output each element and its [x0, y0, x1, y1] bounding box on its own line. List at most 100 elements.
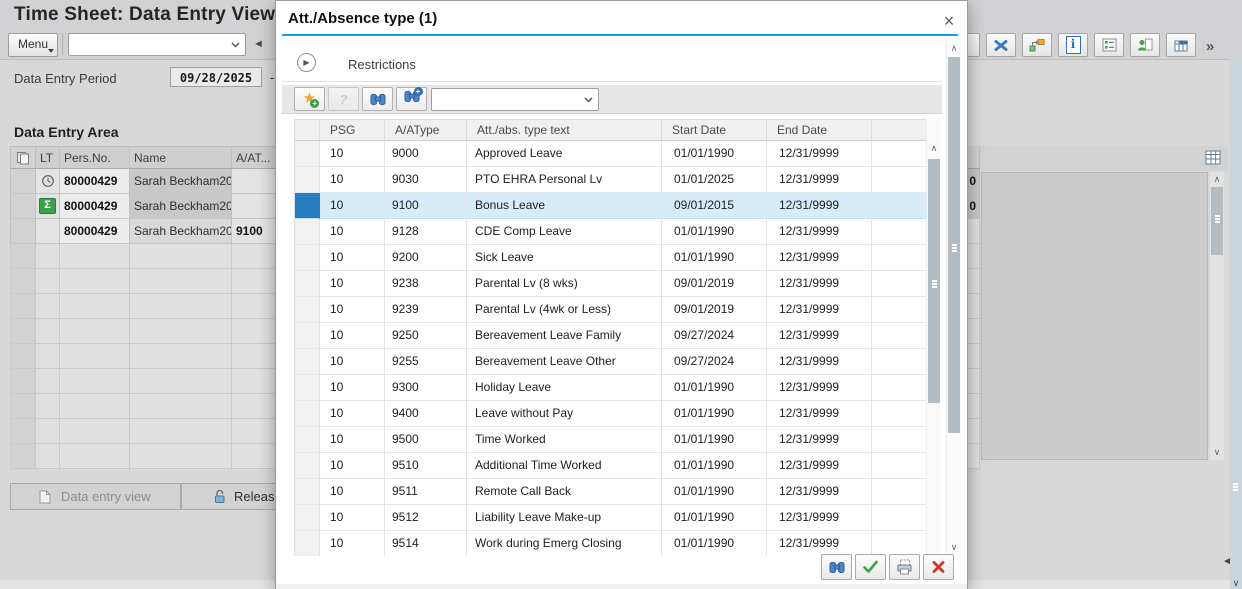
- period-start-input[interactable]: 09/28/2025: [170, 67, 262, 87]
- cell[interactable]: 12/31/9999: [767, 531, 872, 556]
- info-button[interactable]: i: [1058, 33, 1088, 57]
- row-selector-cell[interactable]: [295, 375, 320, 401]
- cell[interactable]: Additional Time Worked: [467, 453, 662, 479]
- scroll-up-icon[interactable]: ∧: [947, 43, 961, 54]
- cell[interactable]: 12/31/9999: [767, 427, 872, 453]
- cell[interactable]: 12/31/9999: [767, 323, 872, 349]
- cell[interactable]: 01/01/1990: [662, 427, 767, 453]
- transfer-button[interactable]: [1022, 33, 1052, 57]
- persno-cell[interactable]: 80000429: [60, 219, 130, 244]
- row-selector-cell[interactable]: [295, 427, 320, 453]
- row-selector-cell[interactable]: [295, 323, 320, 349]
- cell[interactable]: 01/01/1990: [662, 531, 767, 556]
- cell[interactable]: 9400: [385, 401, 467, 427]
- cell[interactable]: 12/31/9999: [767, 271, 872, 297]
- cell[interactable]: 01/01/1990: [662, 401, 767, 427]
- row-selector-cell[interactable]: [295, 401, 320, 427]
- close-icon[interactable]: ×: [938, 10, 960, 32]
- row-selector-cell[interactable]: [295, 271, 320, 297]
- row-selector-cell[interactable]: [295, 245, 320, 271]
- empty-row[interactable]: [10, 244, 306, 269]
- row-selector-cell[interactable]: [295, 219, 320, 245]
- row-selector-cell[interactable]: [295, 505, 320, 531]
- column-header-name[interactable]: Name: [130, 146, 232, 169]
- cell[interactable]: 01/01/1990: [662, 245, 767, 271]
- cell[interactable]: 10: [320, 375, 385, 401]
- table-export-button[interactable]: [1166, 33, 1196, 57]
- right-panel-textarea[interactable]: [981, 172, 1208, 460]
- transaction-combobox[interactable]: [68, 33, 246, 56]
- row-selector-cell[interactable]: [295, 141, 320, 167]
- value-help-row[interactable]: 109239Parental Lv (4wk or Less)09/01/201…: [295, 297, 926, 323]
- cell[interactable]: CDE Comp Leave: [467, 219, 662, 245]
- person-document-button[interactable]: [1130, 33, 1160, 57]
- add-to-personal-list-button[interactable]: ★+: [294, 87, 325, 111]
- value-help-row[interactable]: 109512Liability Leave Make-up01/01/19901…: [295, 505, 926, 531]
- table-row[interactable]: 80000429 Sarah Beckham20 9100: [10, 219, 306, 244]
- cell[interactable]: 09/27/2024: [662, 349, 767, 375]
- cell[interactable]: 10: [320, 349, 385, 375]
- window-scrollbar[interactable]: ∨: [1230, 59, 1242, 589]
- cell[interactable]: 9030: [385, 167, 467, 193]
- cell[interactable]: Remote Call Back: [467, 479, 662, 505]
- scroll-down-icon[interactable]: ∨: [1230, 578, 1242, 589]
- cell[interactable]: 10: [320, 193, 385, 219]
- cell[interactable]: 10: [320, 271, 385, 297]
- cell[interactable]: 10: [320, 401, 385, 427]
- row-selector-cell[interactable]: [295, 531, 320, 556]
- cell[interactable]: Bereavement Leave Family: [467, 323, 662, 349]
- cell[interactable]: 9239: [385, 297, 467, 323]
- scroll-down-icon[interactable]: ∨: [947, 542, 961, 553]
- row-selector-cell[interactable]: [295, 193, 320, 219]
- cell[interactable]: PTO EHRA Personal Lv: [467, 167, 662, 193]
- table-row[interactable]: 80000429 Sarah Beckham20: [10, 169, 306, 194]
- row-selector-cell[interactable]: [295, 297, 320, 323]
- back-arrow-button[interactable]: ◄: [253, 38, 264, 50]
- find-button[interactable]: [821, 554, 852, 580]
- scrollbar-thumb[interactable]: [1211, 187, 1223, 255]
- table-settings-button[interactable]: [1205, 150, 1221, 170]
- cell[interactable]: 12/31/9999: [767, 167, 872, 193]
- cell[interactable]: 12/31/9999: [767, 505, 872, 531]
- cell[interactable]: Bereavement Leave Other: [467, 349, 662, 375]
- cell[interactable]: Sick Leave: [467, 245, 662, 271]
- cell[interactable]: 9511: [385, 479, 467, 505]
- row-selector-cell[interactable]: [295, 167, 320, 193]
- cell[interactable]: 10: [320, 245, 385, 271]
- row-selector-cell[interactable]: [10, 219, 36, 244]
- column-header-psg[interactable]: PSG: [320, 119, 385, 141]
- cell[interactable]: 12/31/9999: [767, 245, 872, 271]
- value-help-row[interactable]: 109128CDE Comp Leave01/01/199012/31/9999: [295, 219, 926, 245]
- dialog-scrollbar[interactable]: ∧ ∨: [946, 41, 960, 555]
- cell[interactable]: 01/01/1990: [662, 141, 767, 167]
- empty-row[interactable]: [10, 269, 306, 294]
- cell[interactable]: Liability Leave Make-up: [467, 505, 662, 531]
- cell[interactable]: 10: [320, 167, 385, 193]
- right-panel-scrollbar[interactable]: ∧ ∨: [1210, 172, 1224, 460]
- cell[interactable]: Bonus Leave: [467, 193, 662, 219]
- column-header-persno[interactable]: Pers.No.: [60, 146, 130, 169]
- cell[interactable]: 9510: [385, 453, 467, 479]
- cell[interactable]: 10: [320, 297, 385, 323]
- cell[interactable]: 9128: [385, 219, 467, 245]
- tab-data-entry-view[interactable]: Data entry view: [10, 483, 181, 510]
- cell[interactable]: 12/31/9999: [767, 401, 872, 427]
- column-header-type-text[interactable]: Att./abs. type text: [467, 119, 662, 141]
- cell[interactable]: 10: [320, 453, 385, 479]
- cell[interactable]: 01/01/1990: [662, 219, 767, 245]
- cell[interactable]: 12/31/9999: [767, 375, 872, 401]
- select-all-header-cell[interactable]: [10, 146, 36, 169]
- empty-row[interactable]: [10, 394, 306, 419]
- cell[interactable]: 10: [320, 141, 385, 167]
- cell[interactable]: 10: [320, 427, 385, 453]
- cell[interactable]: 12/31/9999: [767, 479, 872, 505]
- find-next-button[interactable]: +: [396, 87, 427, 111]
- value-help-row[interactable]: 109238Parental Lv (8 wks)09/01/201912/31…: [295, 271, 926, 297]
- value-help-row[interactable]: 109511Remote Call Back01/01/199012/31/99…: [295, 479, 926, 505]
- scroll-up-icon[interactable]: ∧: [1210, 174, 1224, 185]
- cell[interactable]: 9200: [385, 245, 467, 271]
- value-help-row[interactable]: 109510Additional Time Worked01/01/199012…: [295, 453, 926, 479]
- value-help-row[interactable]: 109400Leave without Pay01/01/199012/31/9…: [295, 401, 926, 427]
- value-help-row[interactable]: 109500Time Worked01/01/199012/31/9999: [295, 427, 926, 453]
- scroll-up-icon[interactable]: ∧: [927, 143, 941, 154]
